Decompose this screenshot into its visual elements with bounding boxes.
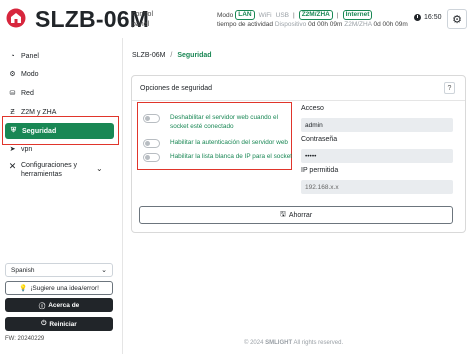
tools-icon: ✕	[8, 161, 17, 171]
toggle-row-disable-webserver: Deshabilitar el servidor web cuando el s…	[143, 113, 278, 131]
mode-usb-label: USB	[275, 11, 289, 19]
sidebar-item-red[interactable]: ⛁ Red	[8, 86, 34, 100]
sidebar-item-modo[interactable]: ⚙ Modo	[8, 67, 38, 81]
about-button[interactable]: ⓘ Acerca de	[5, 298, 113, 312]
clock-time: 16:50	[424, 14, 442, 21]
footer: © 2024 SMLIGHT All rights reserved.	[244, 340, 344, 346]
password-label: Contraseña	[301, 136, 338, 143]
brand-subtitle: control panel	[132, 11, 154, 28]
sidebar-item-vpn[interactable]: ➤ vpn	[8, 142, 33, 156]
network-icon: ⛁	[9, 90, 16, 97]
clock-icon	[414, 14, 421, 21]
save-icon: 🖫	[279, 210, 286, 218]
info-icon: ⓘ	[38, 303, 46, 310]
shield-icon: ⛨	[10, 127, 17, 134]
help-button[interactable]: ?	[444, 82, 455, 94]
clock: 16:50	[414, 14, 442, 21]
toggle-switch[interactable]	[143, 153, 160, 162]
sidebar-item-config-tools[interactable]: ✕ Configuraciones y herramientas	[8, 161, 77, 181]
mode-lan-badge: LAN	[235, 10, 255, 20]
z2m-badge: Z2M/ZHA	[298, 10, 333, 20]
sidebar-item-seguridad[interactable]: ⛨ Seguridad	[5, 123, 114, 139]
smlight-logo-icon	[6, 8, 26, 28]
toggle-switch[interactable]	[143, 139, 160, 148]
power-icon: ⏻	[41, 320, 47, 327]
firmware-version: FW: 20240229	[5, 336, 45, 342]
restart-button[interactable]: ⏻ Reiniciar	[5, 317, 113, 331]
gear-icon: ⚙	[9, 71, 16, 78]
mode-status: Modo LAN WiFi USB | Z2M/ZHA | Internet	[217, 10, 374, 20]
lightbulb-icon: 💡	[19, 285, 28, 292]
allowed-ip-label: IP permitida	[301, 167, 339, 174]
mode-wifi-label: WiFi	[258, 11, 272, 19]
card-divider	[132, 100, 465, 101]
uptime-status: tiempo de actividad Dispositivo 0d 00h 0…	[217, 21, 408, 28]
suggest-idea-button[interactable]: 💡 ¡Sugiere una idea/error!	[5, 281, 113, 295]
internet-badge: Internet	[342, 10, 373, 20]
sidebar-item-panel[interactable]: ◔ Panel	[8, 49, 39, 63]
breadcrumb-root[interactable]: SLZB-06M	[132, 52, 165, 59]
z2m-uptime: 0d 00h 09m	[373, 21, 408, 28]
toggle-row-ip-whitelist: Habilitar la lista blanca de IP para el …	[143, 152, 292, 162]
toggle-switch[interactable]	[143, 114, 160, 123]
allowed-ip-field[interactable]: 192.168.x.x	[301, 180, 453, 194]
password-field[interactable]: •••••	[301, 149, 453, 163]
save-button[interactable]: 🖫 Ahorrar	[139, 206, 453, 224]
breadcrumb: SLZB-06M / Seguridad	[132, 52, 212, 59]
access-label: Acceso	[301, 105, 324, 112]
language-select[interactable]: Spanish ⌄	[5, 263, 113, 277]
dashboard-icon: ◔	[10, 52, 15, 60]
chevron-down-icon[interactable]: ⌄	[96, 164, 103, 173]
chevron-down-icon: ⌄	[101, 267, 107, 274]
settings-gear-button[interactable]: ⚙	[447, 9, 467, 29]
card-title: Opciones de seguridad	[140, 85, 212, 92]
username-field[interactable]: admin	[301, 118, 453, 132]
gear-icon: ⚙	[452, 13, 462, 26]
device-uptime: 0d 00h 09m	[308, 21, 343, 28]
vpn-icon: ➤	[9, 146, 16, 153]
breadcrumb-current: Seguridad	[177, 52, 212, 59]
toggle-row-webserver-auth: Habilitar la autenticación del servidor …	[143, 138, 288, 148]
zigbee-icon: Ƶ	[10, 108, 15, 116]
top-header: SLZB-06M control panel Modo LAN WiFi USB…	[0, 0, 474, 38]
